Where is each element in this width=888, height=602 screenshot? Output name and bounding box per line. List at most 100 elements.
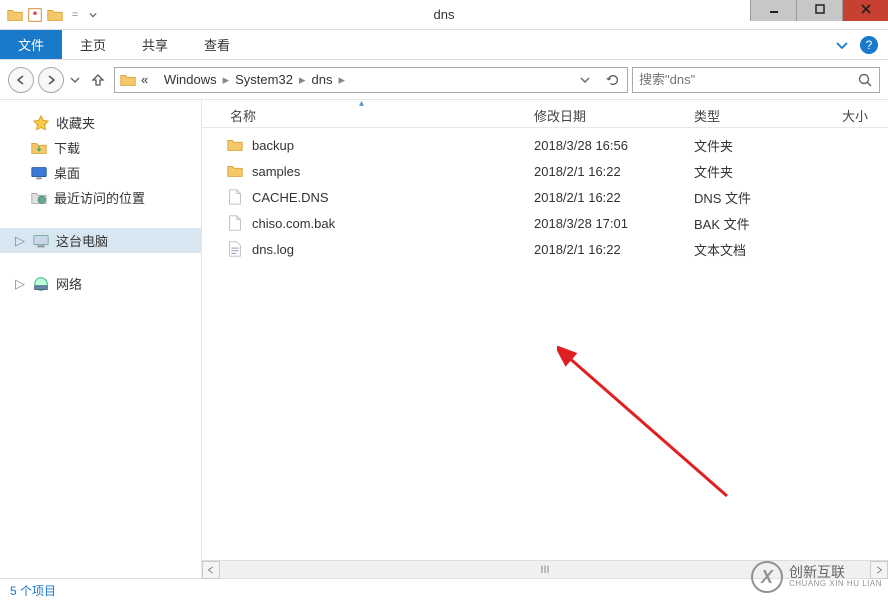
- watermark-text: 创新互联 CHUANG XIN HU LIAN: [789, 565, 882, 589]
- sidebar-item-desktop[interactable]: 桌面: [0, 160, 201, 185]
- chevron-down-icon[interactable]: [88, 10, 98, 20]
- file-name: chiso.com.bak: [252, 216, 335, 231]
- file-icon: [226, 214, 244, 232]
- sidebar-item-label: 最近访问的位置: [54, 188, 145, 207]
- sidebar-favorites-group: 收藏夹 下载 桌面 最近访问的位置: [0, 110, 201, 210]
- sidebar-item-favorites[interactable]: 收藏夹: [0, 110, 201, 135]
- download-folder-icon: [30, 139, 48, 157]
- file-date: 2018/3/28 17:01: [522, 216, 682, 231]
- ribbon-tabs: 文件 主页 共享 查看 ?: [0, 30, 888, 60]
- sidebar-item-label: 下载: [54, 138, 80, 157]
- history-dropdown[interactable]: [68, 75, 82, 85]
- crumb-separator: [154, 72, 158, 87]
- folder-icon: [6, 6, 24, 24]
- sidebar-network-group: ▷ 网络: [0, 271, 201, 296]
- file-type: BAK 文件: [682, 214, 830, 233]
- maximize-button[interactable]: [796, 0, 842, 21]
- title-bar: = dns: [0, 0, 888, 30]
- scroll-left-button[interactable]: [202, 561, 220, 579]
- tab-share[interactable]: 共享: [124, 30, 186, 59]
- breadcrumb: « Windows ▸ System32 ▸ dns ▸: [141, 72, 573, 88]
- crumb-prefix[interactable]: «: [141, 72, 148, 87]
- crumb-dns[interactable]: dns: [311, 72, 332, 87]
- column-header-size[interactable]: 大小: [830, 100, 888, 127]
- watermark-logo-icon: X: [751, 561, 783, 593]
- file-name: samples: [252, 164, 300, 179]
- sidebar-item-network[interactable]: ▷ 网络: [0, 271, 201, 296]
- minimize-button[interactable]: [750, 0, 796, 21]
- watermark: X 创新互联 CHUANG XIN HU LIAN: [751, 561, 882, 593]
- file-pane: ▴ 名称 修改日期 类型 大小 backup2018/3/28 16:56文件夹…: [202, 100, 888, 578]
- sidebar-item-label: 收藏夹: [56, 113, 95, 132]
- address-bar[interactable]: « Windows ▸ System32 ▸ dns ▸: [114, 67, 628, 93]
- sidebar: 收藏夹 下载 桌面 最近访问的位置: [0, 100, 202, 578]
- tree-expand-icon[interactable]: ▷: [14, 233, 26, 249]
- folder-icon: [226, 136, 244, 154]
- body: 收藏夹 下载 桌面 最近访问的位置: [0, 100, 888, 578]
- crumb-system32[interactable]: System32: [235, 72, 293, 87]
- column-header-date[interactable]: 修改日期: [522, 100, 682, 127]
- up-button[interactable]: [86, 68, 110, 92]
- file-row[interactable]: dns.log 2018/2/1 16:22文本文档: [202, 236, 888, 262]
- help-icon[interactable]: ?: [860, 36, 878, 54]
- column-headers: ▴ 名称 修改日期 类型 大小: [202, 100, 888, 128]
- app-icon: [26, 6, 44, 24]
- tree-expand-icon[interactable]: ▷: [14, 276, 26, 292]
- file-name: backup: [252, 138, 294, 153]
- file-row[interactable]: samples 2018/2/1 16:22文件夹: [202, 158, 888, 184]
- forward-button[interactable]: [38, 67, 64, 93]
- network-icon: [32, 275, 50, 293]
- item-count: 5 个项目: [10, 582, 56, 599]
- file-date: 2018/2/1 16:22: [522, 190, 682, 205]
- column-header-type[interactable]: 类型: [682, 100, 830, 127]
- navigation-bar: « Windows ▸ System32 ▸ dns ▸: [0, 60, 888, 100]
- quick-access-toolbar: =: [0, 6, 98, 24]
- sidebar-item-label: 这台电脑: [56, 231, 108, 250]
- window-controls: [750, 0, 888, 29]
- file-type: 文件夹: [682, 136, 830, 155]
- back-button[interactable]: [8, 67, 34, 93]
- search-icon[interactable]: [857, 72, 873, 88]
- file-row[interactable]: chiso.com.bak 2018/3/28 17:01BAK 文件: [202, 210, 888, 236]
- sidebar-item-downloads[interactable]: 下载: [0, 135, 201, 160]
- text-icon: [226, 240, 244, 258]
- file-tab[interactable]: 文件: [0, 30, 62, 59]
- folder-icon: [226, 162, 244, 180]
- sidebar-item-recent[interactable]: 最近访问的位置: [0, 185, 201, 210]
- file-row[interactable]: backup2018/3/28 16:56文件夹: [202, 132, 888, 158]
- sidebar-item-label: 桌面: [54, 163, 80, 182]
- file-name: CACHE.DNS: [252, 190, 329, 205]
- address-dropdown[interactable]: [577, 75, 593, 85]
- crumb-windows[interactable]: Windows: [164, 72, 217, 87]
- search-input[interactable]: [639, 72, 857, 87]
- close-button[interactable]: [842, 0, 888, 21]
- tab-view[interactable]: 查看: [186, 30, 248, 59]
- chevron-down-icon[interactable]: [834, 37, 850, 53]
- recent-icon: [30, 189, 48, 207]
- refresh-button[interactable]: [603, 70, 623, 90]
- chevron-right-icon: ▸: [299, 72, 306, 88]
- search-box[interactable]: [632, 67, 880, 93]
- file-type: DNS 文件: [682, 188, 830, 207]
- file-type: 文件夹: [682, 162, 830, 181]
- file-date: 2018/2/1 16:22: [522, 242, 682, 257]
- star-icon: [32, 114, 50, 132]
- sidebar-computer-group: ▷ 这台电脑: [0, 228, 201, 253]
- file-date: 2018/2/1 16:22: [522, 164, 682, 179]
- tab-home[interactable]: 主页: [62, 30, 124, 59]
- file-icon: [226, 188, 244, 206]
- file-list: backup2018/3/28 16:56文件夹 samples 2018/2/1 …: [202, 128, 888, 560]
- file-row[interactable]: CACHE.DNS 2018/2/1 16:22DNS 文件: [202, 184, 888, 210]
- desktop-icon: [30, 164, 48, 182]
- folder-icon: [46, 6, 64, 24]
- chevron-right-icon: ▸: [338, 72, 345, 88]
- equals-icon: =: [66, 6, 84, 24]
- file-name: dns.log: [252, 242, 294, 257]
- sidebar-item-label: 网络: [56, 274, 82, 293]
- column-header-name[interactable]: ▴ 名称: [202, 100, 522, 127]
- chevron-right-icon: ▸: [223, 72, 230, 88]
- sort-indicator-icon: ▴: [359, 98, 364, 109]
- sidebar-item-computer[interactable]: ▷ 这台电脑: [0, 228, 201, 253]
- file-type: 文本文档: [682, 240, 830, 259]
- computer-icon: [32, 232, 50, 250]
